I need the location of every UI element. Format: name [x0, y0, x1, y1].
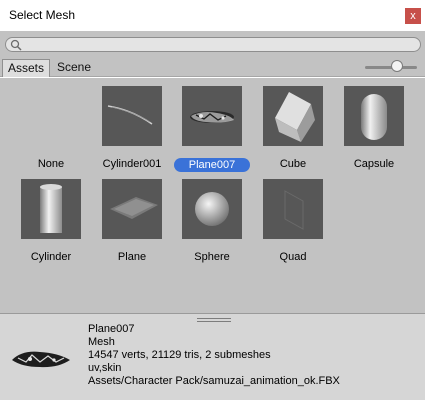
plane-thumbnail-icon — [102, 179, 162, 239]
asset-item-cylinder[interactable]: Cylinder — [11, 179, 91, 267]
mesh-info: Plane007 Mesh 14547 verts, 21129 tris, 2… — [88, 323, 340, 388]
search-icon — [10, 39, 22, 51]
asset-item-none[interactable]: None — [11, 86, 91, 174]
splitter-handle[interactable] — [197, 318, 231, 322]
asset-item-plane[interactable]: Plane — [92, 179, 172, 267]
asset-label-selected: Plane007 — [172, 158, 252, 172]
asset-item-cube[interactable]: Cube — [253, 86, 333, 174]
asset-label: Cube — [279, 158, 307, 170]
asset-label: None — [37, 158, 65, 170]
mesh-name: Plane007 — [88, 323, 135, 335]
asset-label: Sphere — [194, 251, 230, 263]
asset-label: Capsule — [353, 158, 395, 170]
asset-label: Cylinder — [30, 251, 72, 263]
capsule-thumbnail-icon — [344, 86, 404, 146]
mesh-type: Mesh — [88, 336, 115, 348]
cylinder001-thumbnail-icon — [102, 86, 162, 146]
asset-item-capsule[interactable]: Capsule — [334, 86, 414, 174]
sphere-thumbnail-icon — [182, 179, 242, 239]
tab-scene[interactable]: Scene — [52, 59, 96, 77]
asset-label: Quad — [279, 251, 307, 263]
asset-grid: None Cylinder001 Plane007 Cube Capsule C… — [0, 78, 425, 314]
preview-panel: Plane007 Mesh 14547 verts, 21129 tris, 2… — [0, 314, 425, 400]
asset-label: Cylinder001 — [102, 158, 162, 170]
asset-item-cylinder001[interactable]: Cylinder001 — [92, 86, 172, 174]
cube-thumbnail-icon — [263, 86, 323, 146]
selected-label-pill: Plane007 — [173, 158, 251, 172]
mesh-preview-icon — [12, 351, 70, 368]
preview-divider — [0, 313, 425, 314]
plane007-thumbnail-icon — [182, 86, 242, 146]
zoom-slider-handle[interactable] — [391, 60, 403, 72]
mesh-channels: uv,skin — [88, 362, 122, 374]
search-input[interactable] — [5, 37, 421, 52]
asset-item-sphere[interactable]: Sphere — [172, 179, 252, 267]
window-title: Select Mesh — [9, 8, 76, 22]
mesh-path: Assets/Character Pack/samuzai_animation_… — [88, 375, 340, 387]
cylinder-thumbnail-icon — [21, 179, 81, 239]
tab-assets[interactable]: Assets — [2, 59, 51, 77]
asset-label: Plane — [117, 251, 147, 263]
search-bar — [0, 31, 425, 57]
title-bar: Select Mesh x — [0, 0, 425, 31]
mesh-stats: 14547 verts, 21129 tris, 2 submeshes — [88, 349, 271, 361]
asset-item-plane007[interactable]: Plane007 — [172, 86, 252, 174]
asset-item-quad[interactable]: Quad — [253, 179, 333, 267]
quad-thumbnail-icon — [263, 179, 323, 239]
close-button[interactable]: x — [405, 8, 421, 24]
tab-bar: Assets Scene — [0, 57, 425, 77]
